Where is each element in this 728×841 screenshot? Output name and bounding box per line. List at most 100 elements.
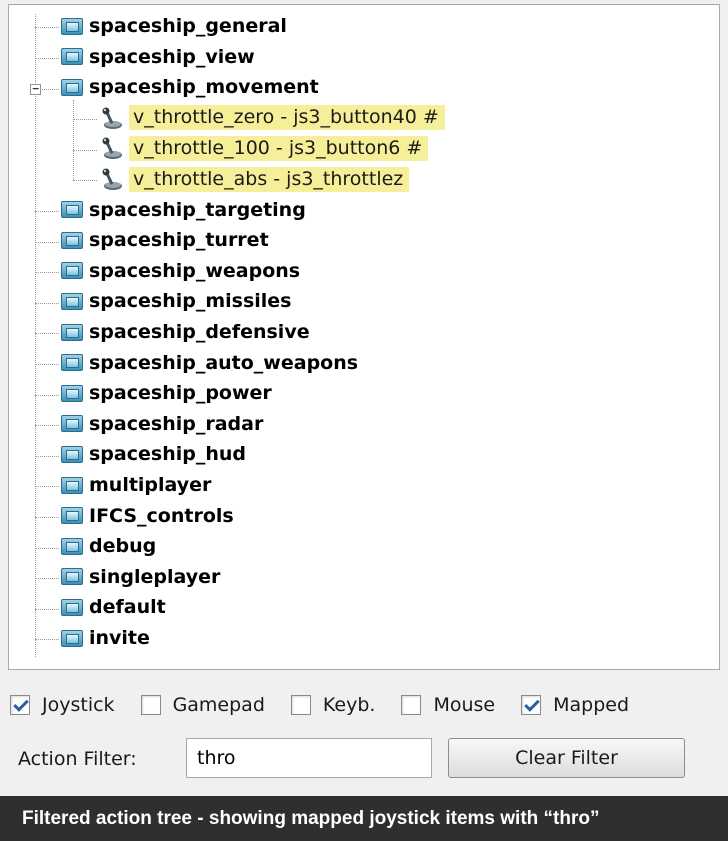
mouse-filter[interactable]: Mouse: [401, 694, 495, 716]
tree-branch-line: [35, 548, 59, 549]
joystick-filter[interactable]: Joystick: [10, 694, 115, 716]
tree-branch-line: [73, 180, 97, 181]
action-map-icon: [61, 568, 83, 586]
child-trunk-line: [73, 99, 74, 181]
device-filter-bar: Joystick Gamepad Keyb. Mouse Mapped: [10, 690, 718, 720]
action-map-icon: [61, 17, 83, 35]
action-map-icon: [61, 507, 83, 525]
action-map-icon: [61, 476, 83, 494]
tree-node[interactable]: spaceship_hud: [61, 440, 246, 468]
action-tree[interactable]: spaceship_general spaceship_view spaceship…: [8, 4, 720, 670]
tree-action-row[interactable]: v_throttle_abs - js3_throttlez: [99, 165, 410, 193]
tree-node[interactable]: IFCS_controls: [61, 502, 234, 530]
tree-action-row[interactable]: v_throttle_zero - js3_button40 #: [99, 104, 445, 132]
tree-node[interactable]: spaceship_defensive: [61, 318, 310, 346]
action-filter-input[interactable]: [186, 738, 432, 778]
action-map-icon: [61, 231, 83, 249]
caption-text: Filtered action tree - showing mapped jo…: [22, 807, 600, 829]
tree-node-label: spaceship_weapons: [89, 259, 301, 282]
keyboard-filter[interactable]: Keyb.: [290, 694, 376, 716]
action-map-icon: [61, 78, 83, 96]
action-filter-label: Action Filter:: [18, 748, 137, 770]
action-map-icon: [61, 384, 83, 402]
tree-node-label: IFCS_controls: [89, 504, 234, 527]
joystick-icon: [99, 106, 123, 130]
tree-action-row[interactable]: v_throttle_100 - js3_button6 #: [99, 134, 429, 162]
clear-filter-button[interactable]: Clear Filter: [448, 738, 685, 778]
tree-node[interactable]: debug: [61, 532, 156, 560]
tree-node-label: spaceship_turret: [89, 229, 269, 252]
collapse-toggle-icon[interactable]: −: [30, 83, 41, 95]
tree-node[interactable]: spaceship_general: [61, 12, 287, 40]
tree-node-label: invite: [89, 627, 150, 649]
mapped-filter[interactable]: Mapped: [521, 694, 629, 716]
action-map-icon: [61, 48, 83, 66]
tree-branch-line: [35, 486, 59, 487]
tree-branch-line: [35, 425, 59, 426]
keyboard-checkbox[interactable]: [290, 695, 311, 715]
action-binding-label: v_throttle_100 - js3_button6 #: [129, 135, 429, 161]
tree-node[interactable]: spaceship_targeting: [61, 196, 306, 224]
tree-branch-line: [35, 27, 59, 28]
tree-node[interactable]: spaceship_power: [61, 379, 272, 407]
joystick-checkbox[interactable]: [10, 695, 30, 715]
tree-branch-line: [35, 609, 59, 610]
caption-bar: Filtered action tree - showing mapped jo…: [0, 796, 728, 841]
tree-node[interactable]: invite: [61, 624, 150, 652]
action-map-icon: [61, 537, 83, 555]
mapped-checkbox[interactable]: [521, 695, 542, 715]
action-binding-label: v_throttle_zero - js3_button40 #: [129, 105, 445, 131]
action-map-icon: [61, 354, 83, 372]
tree-node[interactable]: spaceship_turret: [61, 226, 269, 254]
tree-branch-line: [35, 242, 59, 243]
tree-node-label: spaceship_hud: [89, 443, 246, 466]
tree-branch-line: [35, 303, 59, 304]
tree-node[interactable]: singleplayer: [61, 563, 220, 591]
gamepad-filter[interactable]: Gamepad: [140, 694, 265, 716]
tree-branch-line: [35, 211, 59, 212]
tree-node-label: spaceship_missiles: [89, 290, 292, 313]
tree-node-label: spaceship_targeting: [89, 198, 306, 221]
action-map-icon: [61, 415, 83, 433]
tree-node-label: spaceship_general: [89, 15, 287, 37]
tree-node-label: default: [89, 596, 166, 619]
tree-node-label: spaceship_auto_weapons: [89, 351, 359, 374]
action-map-icon: [61, 598, 83, 616]
tree-node-label: multiplayer: [89, 474, 212, 496]
tree-branch-line: [35, 395, 59, 396]
action-binding-label: v_throttle_abs - js3_throttlez: [129, 166, 410, 192]
action-map-icon: [61, 201, 83, 219]
tree-node-label: spaceship_radar: [89, 412, 264, 435]
tree-trunk-line: [35, 14, 36, 657]
tree-node-label: singleplayer: [89, 565, 221, 588]
tree-node[interactable]: spaceship_auto_weapons: [61, 349, 358, 377]
tree-branch-line: [35, 578, 59, 579]
tree-branch-line: [73, 150, 97, 151]
tree-node-expanded[interactable]: spaceship_movement: [61, 73, 319, 101]
tree-node[interactable]: multiplayer: [61, 471, 211, 499]
tree-branch-line: [73, 119, 97, 120]
mouse-checkbox[interactable]: [401, 695, 422, 715]
action-map-icon: [61, 292, 83, 310]
mapped-label: Mapped: [553, 694, 630, 716]
tree-node[interactable]: spaceship_radar: [61, 410, 263, 438]
action-map-icon: [61, 629, 83, 647]
tree-node[interactable]: default: [61, 593, 166, 621]
joystick-icon: [99, 136, 123, 160]
gamepad-label: Gamepad: [172, 694, 265, 716]
tree-node[interactable]: spaceship_missiles: [61, 287, 291, 315]
tree-branch-line: [35, 364, 59, 365]
tree-node[interactable]: spaceship_weapons: [61, 257, 300, 285]
mouse-label: Mouse: [433, 694, 496, 716]
keyboard-label: Keyb.: [322, 694, 376, 716]
action-map-icon: [61, 323, 83, 341]
tree-node-label: spaceship_defensive: [89, 321, 310, 343]
gamepad-checkbox[interactable]: [140, 695, 161, 715]
action-map-icon: [61, 445, 83, 463]
tree-branch-line: [35, 58, 59, 59]
tree-node-label: debug: [89, 535, 157, 558]
tree-node-label: spaceship_view: [89, 45, 255, 68]
tree-branch-line: [35, 456, 59, 457]
tree-node-label: spaceship_power: [89, 382, 272, 405]
tree-node[interactable]: spaceship_view: [61, 43, 255, 71]
